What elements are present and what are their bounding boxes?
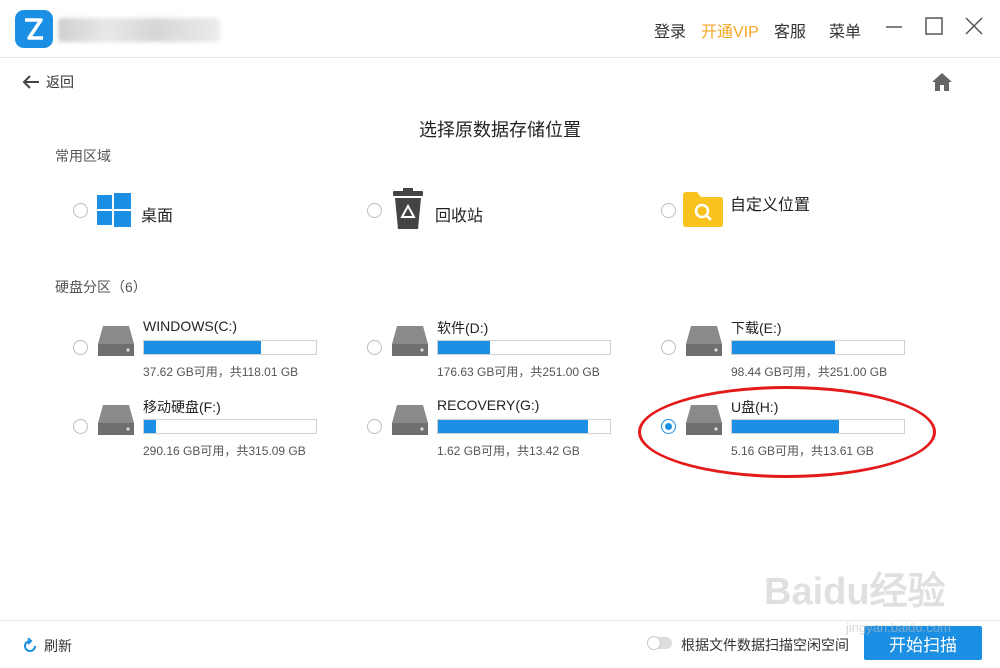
refresh-button[interactable]: 刷新	[22, 636, 72, 656]
watermark-subtext: jingyan.baidu.com	[846, 620, 951, 635]
hard-drive-icon	[98, 405, 134, 435]
drive-space-info: 37.62 GB可用，共118.01 GB	[143, 365, 299, 379]
close-icon[interactable]	[962, 14, 986, 38]
drive-radio[interactable]	[367, 340, 382, 355]
app-logo	[15, 10, 53, 48]
common-section-label: 常用区域	[55, 148, 111, 164]
free-space-toggle-label: 根据文件数据扫描空闲空间	[681, 637, 849, 653]
drive-usage-fill	[438, 420, 588, 433]
drive-item[interactable]: WINDOWS(C:) 37.62 GB可用，共118.01 GB	[97, 318, 337, 388]
drive-name: RECOVERY(G:)	[437, 397, 540, 413]
drive-name: 移动硬盘(F:)	[143, 399, 221, 415]
menu-link[interactable]: 菜单	[829, 18, 861, 42]
page-title: 选择原数据存储位置	[419, 120, 581, 140]
drive-usage-bar	[143, 340, 317, 355]
hard-drive-icon	[686, 326, 722, 356]
drive-space-info: 98.44 GB可用，共251.00 GB	[731, 365, 888, 379]
vip-link[interactable]: 开通VIP	[701, 18, 759, 42]
drive-item[interactable]: 下载(E:) 98.44 GB可用，共251.00 GB	[685, 318, 925, 388]
drive-radio[interactable]	[661, 340, 676, 355]
drive-usage-fill	[438, 341, 490, 354]
back-button[interactable]: 返回	[22, 72, 74, 92]
drive-radio[interactable]	[367, 419, 382, 434]
drive-usage-bar	[437, 340, 611, 355]
drive-radio[interactable]	[73, 340, 88, 355]
login-link[interactable]: 登录	[654, 18, 686, 42]
drive-usage-bar	[143, 419, 317, 434]
refresh-label: 刷新	[44, 638, 72, 654]
drive-usage-bar	[731, 340, 905, 355]
hard-drive-icon	[98, 326, 134, 356]
home-icon[interactable]	[931, 72, 953, 92]
drive-name: 下载(E:)	[731, 320, 782, 336]
minimize-icon[interactable]	[882, 14, 906, 38]
maximize-icon[interactable]	[922, 14, 946, 38]
custom-location-label[interactable]: 自定义位置	[730, 191, 810, 215]
desktop-radio[interactable]	[73, 203, 88, 218]
drive-usage-fill	[732, 341, 836, 354]
hard-drive-icon	[392, 326, 428, 356]
folder-search-icon	[683, 192, 723, 227]
drive-item[interactable]: 移动硬盘(F:) 290.16 GB可用，共315.09 GB	[97, 397, 337, 467]
arrow-left-icon	[22, 75, 39, 89]
service-link[interactable]: 客服	[774, 18, 806, 42]
logo-icon	[25, 18, 43, 40]
recycle-bin-icon	[393, 188, 423, 229]
windows-icon	[97, 193, 131, 227]
blurred-app-title	[58, 18, 220, 42]
free-space-toggle[interactable]	[648, 637, 672, 649]
back-label: 返回	[46, 74, 74, 90]
drive-name: 软件(D:)	[437, 320, 489, 336]
drive-name: WINDOWS(C:)	[143, 318, 238, 334]
drive-item[interactable]: 软件(D:) 176.63 GB可用，共251.00 GB	[391, 318, 631, 388]
drive-space-info: 290.16 GB可用，共315.09 GB	[143, 444, 306, 458]
drive-space-info: 1.62 GB可用，共13.42 GB	[437, 444, 580, 458]
drive-usage-bar	[437, 419, 611, 434]
drive-section-label: 硬盘分区（6）	[55, 279, 147, 295]
drive-radio[interactable]	[73, 419, 88, 434]
refresh-icon	[24, 638, 36, 652]
hard-drive-icon	[392, 405, 428, 435]
drive-item[interactable]: RECOVERY(G:) 1.62 GB可用，共13.42 GB	[391, 397, 631, 467]
watermark: Baidu经验	[764, 571, 946, 613]
drive-usage-fill	[144, 420, 157, 433]
annotation-ellipse	[638, 386, 936, 478]
recycle-bin-radio[interactable]	[367, 203, 382, 218]
drive-space-info: 176.63 GB可用，共251.00 GB	[437, 365, 600, 379]
title-bar: 登录 开通VIP 客服 菜单	[0, 0, 1000, 58]
custom-location-radio[interactable]	[661, 203, 676, 218]
recycle-bin-label[interactable]: 回收站	[435, 202, 483, 226]
drive-usage-fill	[144, 341, 261, 354]
desktop-label[interactable]: 桌面	[141, 202, 173, 226]
